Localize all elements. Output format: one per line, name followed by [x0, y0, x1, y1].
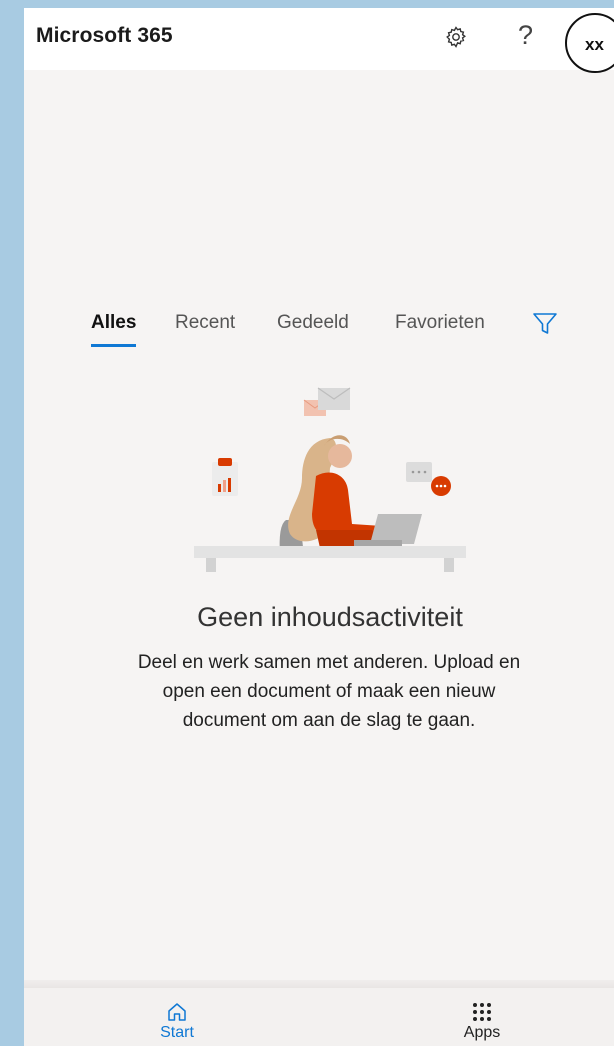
empty-state-illustration: [194, 387, 466, 572]
tab-gedeeld[interactable]: Gedeeld: [277, 312, 349, 334]
avatar-initials: xx: [585, 35, 604, 54]
gear-icon[interactable]: [444, 25, 468, 49]
funnel-icon[interactable]: [532, 312, 558, 336]
active-tab-indicator: [91, 344, 136, 347]
nav-apps-button[interactable]: Apps: [427, 988, 537, 1046]
empty-state-title: Geen inhoudsactiviteit: [197, 602, 463, 632]
home-icon: [168, 1003, 186, 1021]
tab-favorieten[interactable]: Favorieten: [395, 312, 485, 334]
tab-alles[interactable]: Alles: [91, 312, 136, 334]
app-title: Microsoft 365: [36, 24, 173, 47]
grid-dots-icon: [473, 1003, 491, 1021]
empty-state-description: Deel en werk samen met anderen. Upload e…: [137, 652, 521, 731]
question-icon[interactable]: ?: [518, 20, 533, 50]
tab-recent[interactable]: Recent: [175, 312, 235, 334]
nav-start-button[interactable]: Start: [122, 988, 232, 1046]
nav-start-label: Start: [160, 1024, 194, 1041]
bottom-nav: Start Apps: [24, 988, 614, 1046]
nav-apps-label: Apps: [463, 1024, 501, 1041]
nav-divider: [24, 980, 614, 988]
avatar[interactable]: xx: [565, 13, 614, 73]
app-window: Microsoft 365 ? xx Alles Recent Gedeeld …: [24, 8, 614, 1046]
tab-bar: Alles Recent Gedeeld Favorieten: [24, 308, 614, 358]
app-header: Microsoft 365 ? xx: [24, 8, 614, 73]
